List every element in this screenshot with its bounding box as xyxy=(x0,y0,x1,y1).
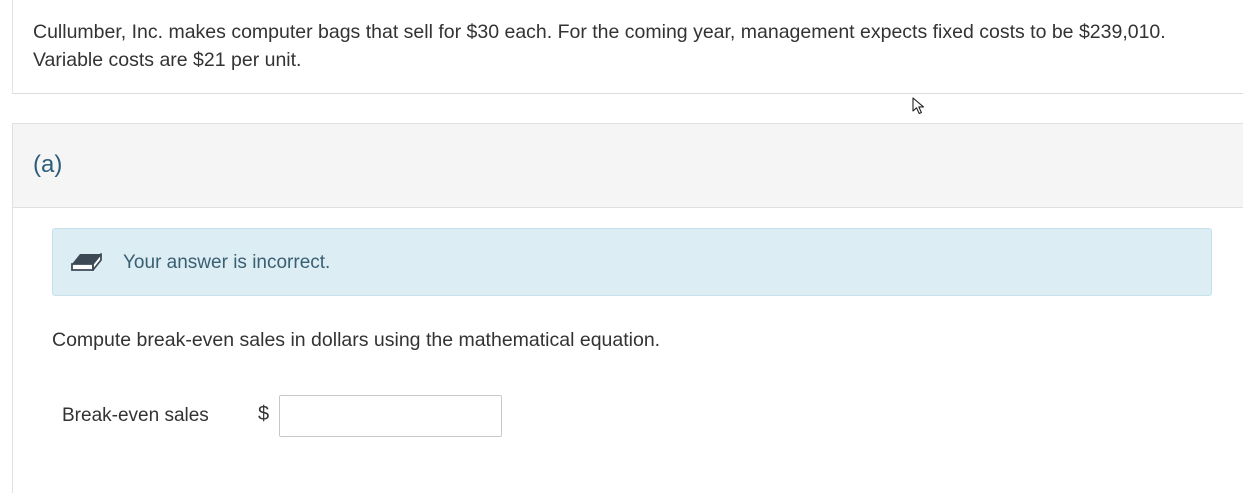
part-a-header: (a) xyxy=(13,124,1243,208)
feedback-alert: Your answer is incorrect. xyxy=(52,228,1212,296)
feedback-message: Your answer is incorrect. xyxy=(123,252,331,273)
part-label: (a) xyxy=(33,151,63,178)
currency-symbol: $ xyxy=(258,403,270,425)
break-even-sales-input[interactable] xyxy=(279,395,502,437)
part-a-section: (a) Your answer is incorrect. Compute br… xyxy=(12,123,1243,493)
question-instruction: Compute break-even sales in dollars usin… xyxy=(52,329,661,351)
answer-label: Break-even sales xyxy=(62,405,209,426)
problem-statement-line-1: Cullumber, Inc. makes computer bags that… xyxy=(33,21,1166,43)
eraser-icon xyxy=(71,253,102,271)
problem-statement: Cullumber, Inc. makes computer bags that… xyxy=(33,18,1233,74)
mouse-cursor-icon xyxy=(912,97,925,115)
answer-row: Break-even sales $ xyxy=(62,394,562,438)
problem-statement-line-2: Variable costs are $21 per unit. xyxy=(33,49,302,71)
problem-statement-card: Cullumber, Inc. makes computer bags that… xyxy=(12,0,1243,94)
